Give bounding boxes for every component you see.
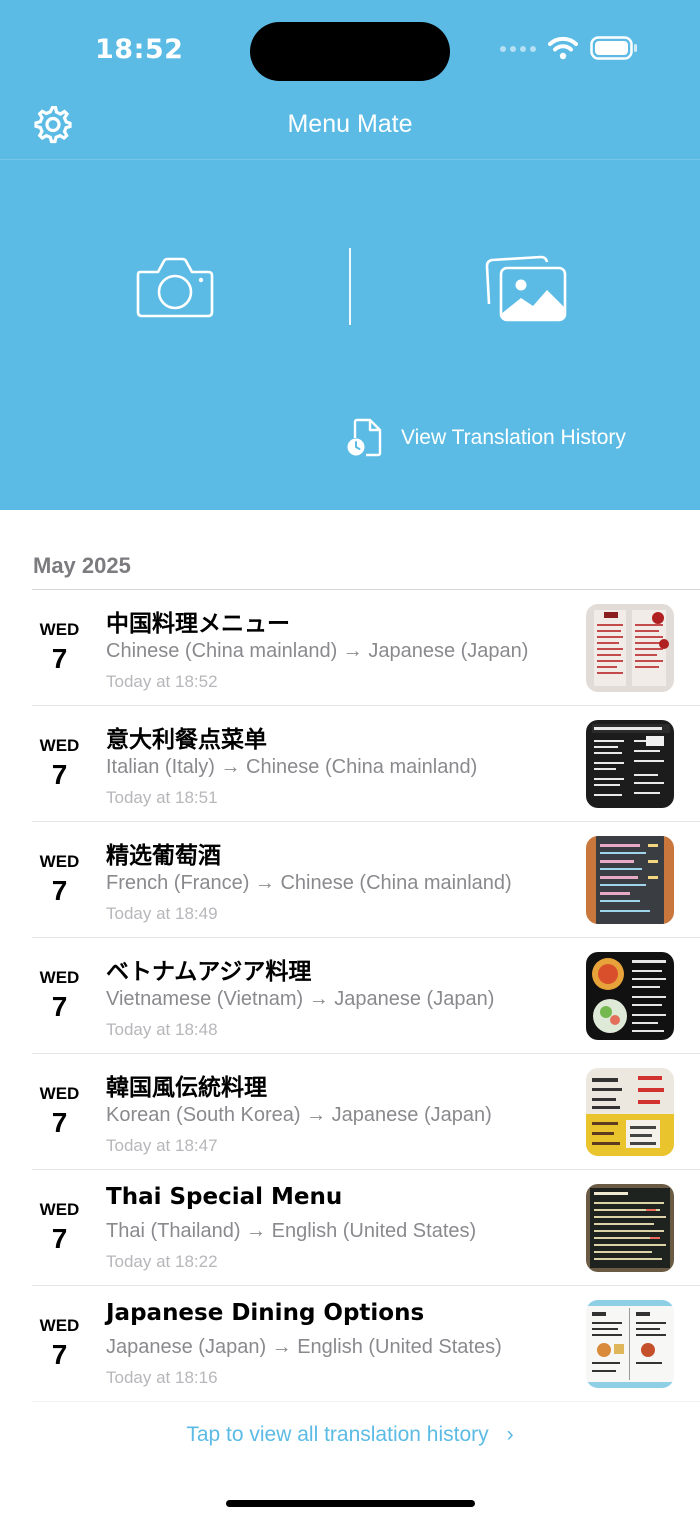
menu-thumbnail: [586, 1184, 674, 1272]
item-time: Today at 18:16: [106, 1368, 218, 1387]
day-number: 7: [51, 759, 68, 790]
battery-icon: [590, 36, 637, 60]
weekday-label: WED: [39, 1200, 80, 1219]
list-item[interactable]: WED 7 Thai Special Menu Thai (Thailand) …: [32, 1170, 700, 1286]
document-history-icon: [347, 418, 382, 457]
view-history-label: View Translation History: [401, 426, 626, 449]
action-divider: [349, 248, 351, 325]
item-title: ベトナムアジア料理: [106, 959, 312, 985]
menu-thumbnail: [586, 1068, 674, 1156]
menu-thumbnail: [586, 604, 674, 692]
weekday-label: WED: [39, 736, 80, 755]
item-languages: Vietnamese (Vietnam) → Japanese (Japan): [106, 988, 495, 1010]
menu-thumbnail: [586, 1300, 674, 1388]
item-languages: Japanese (Japan) → English (United State…: [106, 1336, 502, 1358]
list-item[interactable]: WED 7 韓国風伝統料理 Korean (South Korea) → Jap…: [32, 1054, 700, 1170]
item-time: Today at 18:51: [106, 788, 218, 807]
list-item[interactable]: WED 7 ベトナムアジア料理 Vietnamese (Vietnam) → J…: [32, 938, 700, 1054]
day-number: 7: [51, 875, 68, 906]
day-number: 7: [51, 1223, 68, 1254]
menu-thumbnail: [586, 720, 674, 808]
wifi-icon: [548, 36, 578, 60]
list-item[interactable]: WED 7 Japanese Dining Options Japanese (…: [32, 1286, 700, 1402]
item-title: Thai Special Menu: [106, 1184, 343, 1210]
day-number: 7: [51, 991, 68, 1022]
weekday-label: WED: [39, 968, 80, 987]
menu-thumbnail: [586, 836, 674, 924]
history-list: WED 7 中国料理メニュー Chinese (China mainland) …: [32, 589, 700, 1402]
weekday-label: WED: [39, 620, 80, 639]
item-languages: French (France) → Chinese (China mainlan…: [106, 872, 512, 894]
item-languages: Italian (Italy) → Chinese (China mainlan…: [106, 756, 478, 778]
dynamic-island: [250, 22, 450, 81]
view-all-history-link[interactable]: Tap to view all translation history ›: [0, 1423, 700, 1447]
item-title: 精选葡萄酒: [106, 843, 221, 869]
app-title: Menu Mate: [287, 110, 413, 138]
item-languages: Thai (Thailand) → English (United States…: [106, 1220, 477, 1242]
item-time: Today at 18:49: [106, 904, 218, 923]
item-languages: Korean (South Korea) → Japanese (Japan): [106, 1104, 492, 1126]
item-title: Japanese Dining Options: [106, 1300, 425, 1326]
photo-library-icon[interactable]: [483, 252, 569, 324]
item-title: 中国料理メニュー: [106, 611, 290, 637]
header-banner: 18:52 Menu Mate View Translation History: [0, 0, 700, 510]
item-time: Today at 18:52: [106, 672, 218, 691]
item-title: 韓国風伝統料理: [106, 1075, 267, 1101]
list-item[interactable]: WED 7 中国料理メニュー Chinese (China mainland) …: [32, 590, 700, 706]
month-header: May 2025: [33, 553, 131, 578]
list-item[interactable]: WED 7 意大利餐点菜单 Italian (Italy) → Chinese …: [32, 706, 700, 822]
view-history-link[interactable]: View Translation History: [346, 418, 626, 458]
camera-icon[interactable]: [130, 250, 220, 325]
home-indicator: [226, 1500, 475, 1507]
item-title: 意大利餐点菜单: [106, 727, 267, 753]
item-time: Today at 18:22: [106, 1252, 218, 1271]
list-item[interactable]: WED 7 精选葡萄酒 French (France) → Chinese (C…: [32, 822, 700, 938]
status-time: 18:52: [95, 34, 184, 65]
signal-icon: [500, 46, 536, 52]
item-languages: Chinese (China mainland) → Japanese (Jap…: [106, 640, 529, 662]
view-all-history-label: Tap to view all translation history: [186, 1423, 489, 1446]
day-number: 7: [51, 1339, 68, 1370]
day-number: 7: [51, 643, 68, 674]
menu-thumbnail: [586, 952, 674, 1040]
weekday-label: WED: [39, 1084, 80, 1103]
status-indicators: [500, 36, 638, 60]
weekday-label: WED: [39, 852, 80, 871]
item-time: Today at 18:47: [106, 1136, 218, 1155]
day-number: 7: [51, 1107, 68, 1138]
weekday-label: WED: [39, 1316, 80, 1335]
chevron-right-icon: ›: [506, 1423, 514, 1446]
item-time: Today at 18:48: [106, 1020, 218, 1039]
navigation-bar: Menu Mate: [0, 90, 700, 160]
